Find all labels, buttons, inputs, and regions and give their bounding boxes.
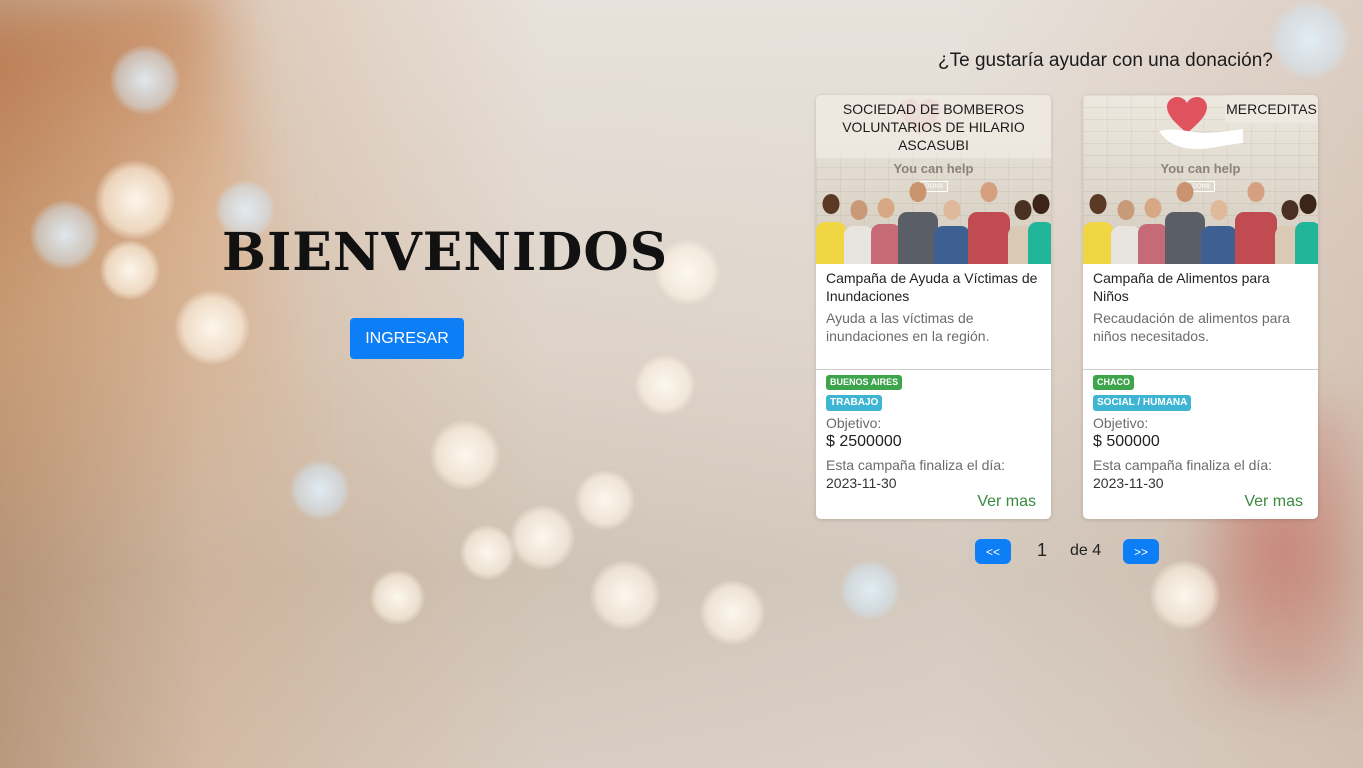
hand-icon — [1159, 129, 1243, 149]
campaign-title: Campaña de Alimentos para Niños — [1093, 270, 1270, 304]
next-page-button[interactable]: >> — [1123, 539, 1159, 564]
people-illustration — [816, 182, 1051, 264]
goal-label: Objetivo: — [1093, 415, 1149, 431]
see-more-link[interactable]: Ver mas — [977, 493, 1036, 511]
organization-label: SOCIEDAD DE BOMBEROS VOLUNTARIOS DE HILA… — [816, 95, 1051, 158]
welcome-title: BIENVENIDOS — [222, 222, 669, 283]
campaign-card: You can help DON8 SOCIEDAD DE BOMBEROS V… — [816, 95, 1051, 519]
campaign-image: You can help DON8 MERCEDITAS — [1083, 95, 1318, 264]
current-page-number: 1 — [1037, 540, 1048, 560]
organization-label: MERCEDITAS — [1225, 95, 1318, 123]
campaign-image: You can help DON8 SOCIEDAD DE BOMBEROS V… — [816, 95, 1051, 264]
end-date-label: Esta campaña finaliza el día: — [826, 457, 1005, 473]
end-date-label: Esta campaña finaliza el día: — [1093, 457, 1272, 473]
card-divider — [1083, 369, 1318, 370]
campaign-title: Campaña de Ayuda a Víctimas de Inundacio… — [826, 270, 1038, 304]
campaign-description: Recaudación de alimentos para niños nece… — [1093, 310, 1290, 344]
campaign-description: Ayuda a las víctimas de inundaciones en … — [826, 310, 990, 344]
login-button[interactable]: INGRESAR — [350, 318, 464, 359]
campaign-card: You can help DON8 MERCEDITAS Campaña de … — [1083, 95, 1318, 519]
goal-label: Objetivo: — [826, 415, 882, 431]
see-more-link[interactable]: Ver mas — [1244, 493, 1303, 511]
image-caption: You can help — [1160, 161, 1241, 176]
category-badge: TRABAJO — [826, 395, 883, 411]
end-date-value: 2023-11-30 — [826, 475, 897, 491]
card-divider — [816, 369, 1051, 370]
previous-page-button[interactable]: << — [975, 539, 1011, 564]
province-badge: BUENOS AIRES — [826, 375, 903, 390]
end-date-value: 2023-11-30 — [1093, 475, 1164, 491]
image-caption: You can help — [893, 161, 974, 176]
people-illustration — [1083, 182, 1318, 264]
total-pages-label: de 4 — [1070, 542, 1102, 559]
donation-prompt: ¿Te gustaría ayudar con una donación? — [938, 50, 1273, 71]
goal-value: $ 500000 — [1093, 433, 1160, 450]
category-badge: SOCIAL / HUMANA — [1093, 395, 1192, 411]
province-badge: CHACO — [1093, 375, 1134, 390]
goal-value: $ 2500000 — [826, 433, 902, 450]
